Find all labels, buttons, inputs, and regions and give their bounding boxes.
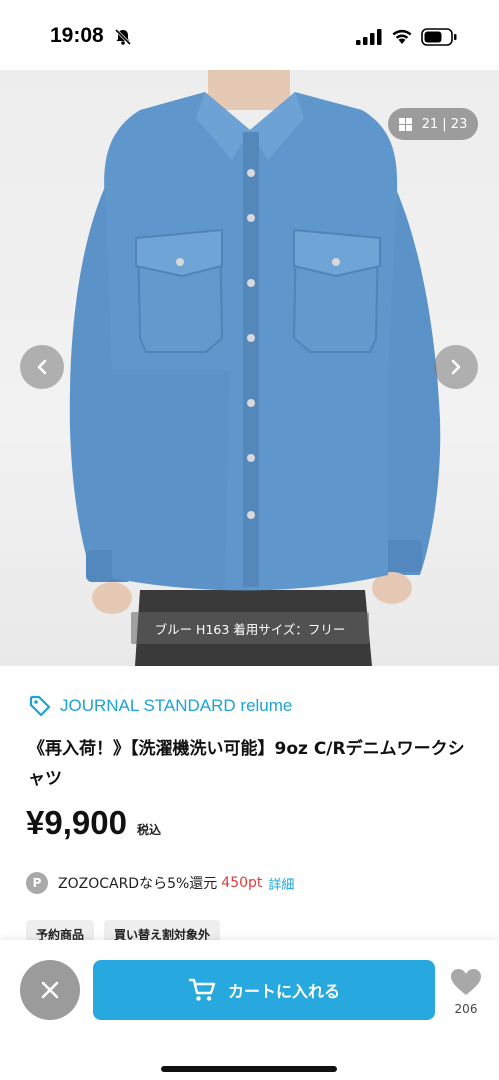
tag-icon [29,695,51,717]
chevron-right-icon [451,359,461,375]
image-counter-label: 21 | 23 [421,116,468,132]
add-to-cart-label: カートに入れる [227,982,340,1001]
add-to-cart-button[interactable]: カートに入れる [93,960,435,1020]
battery-icon [421,28,457,46]
product-price: ¥9,900 [26,804,127,841]
tax-label: 税込 [136,823,161,837]
bottom-action-bar: カートに入れる 206 [0,940,499,1080]
favorite-count: 206 [454,1002,478,1016]
points-value: 450pt [221,875,263,891]
brand-link[interactable]: JOURNAL STANDARD relume [28,694,292,718]
points-row: P ZOZOCARDなら5%還元 450pt 詳細 [26,872,294,894]
bell-off-icon [114,28,132,46]
points-badge: P [26,872,48,894]
next-image-button[interactable] [434,345,478,389]
points-text: ZOZOCARDなら5%還元 [58,876,218,892]
previous-image-button[interactable] [20,345,64,389]
close-button[interactable] [20,960,80,1020]
grid-icon [398,117,412,131]
image-counter[interactable]: 21 | 23 [388,108,478,140]
image-caption: ブルー H163 着用サイズ：フリー [131,612,369,644]
chevron-left-icon [37,359,47,375]
points-detail-link[interactable]: 詳細 [268,874,294,893]
product-image-gallery[interactable]: 21 | 23 ブルー H163 着用サイズ：フリー [0,70,499,666]
favorite-button[interactable]: 206 [446,968,486,1016]
product-title: 《再入荷！》【洗濯機洗い可能】9oz C/Rデニムワークシャツ [28,739,465,789]
close-icon [41,981,59,999]
status-time: 19:08 [50,24,104,47]
cellular-signal-icon [356,29,382,45]
cart-icon [188,978,216,1001]
status-bar: 19:08 [0,0,499,72]
brand-name: JOURNAL STANDARD relume [60,696,293,715]
home-indicator [161,1066,337,1072]
heart-icon [451,969,481,995]
product-page: 19:08 21 | 23 ブルー H163 着用サイズ：フリー JOURNAL… [0,0,499,1080]
wifi-icon [392,29,412,44]
price-row: ¥9,900 税込 [26,804,161,842]
product-photo [69,70,441,666]
